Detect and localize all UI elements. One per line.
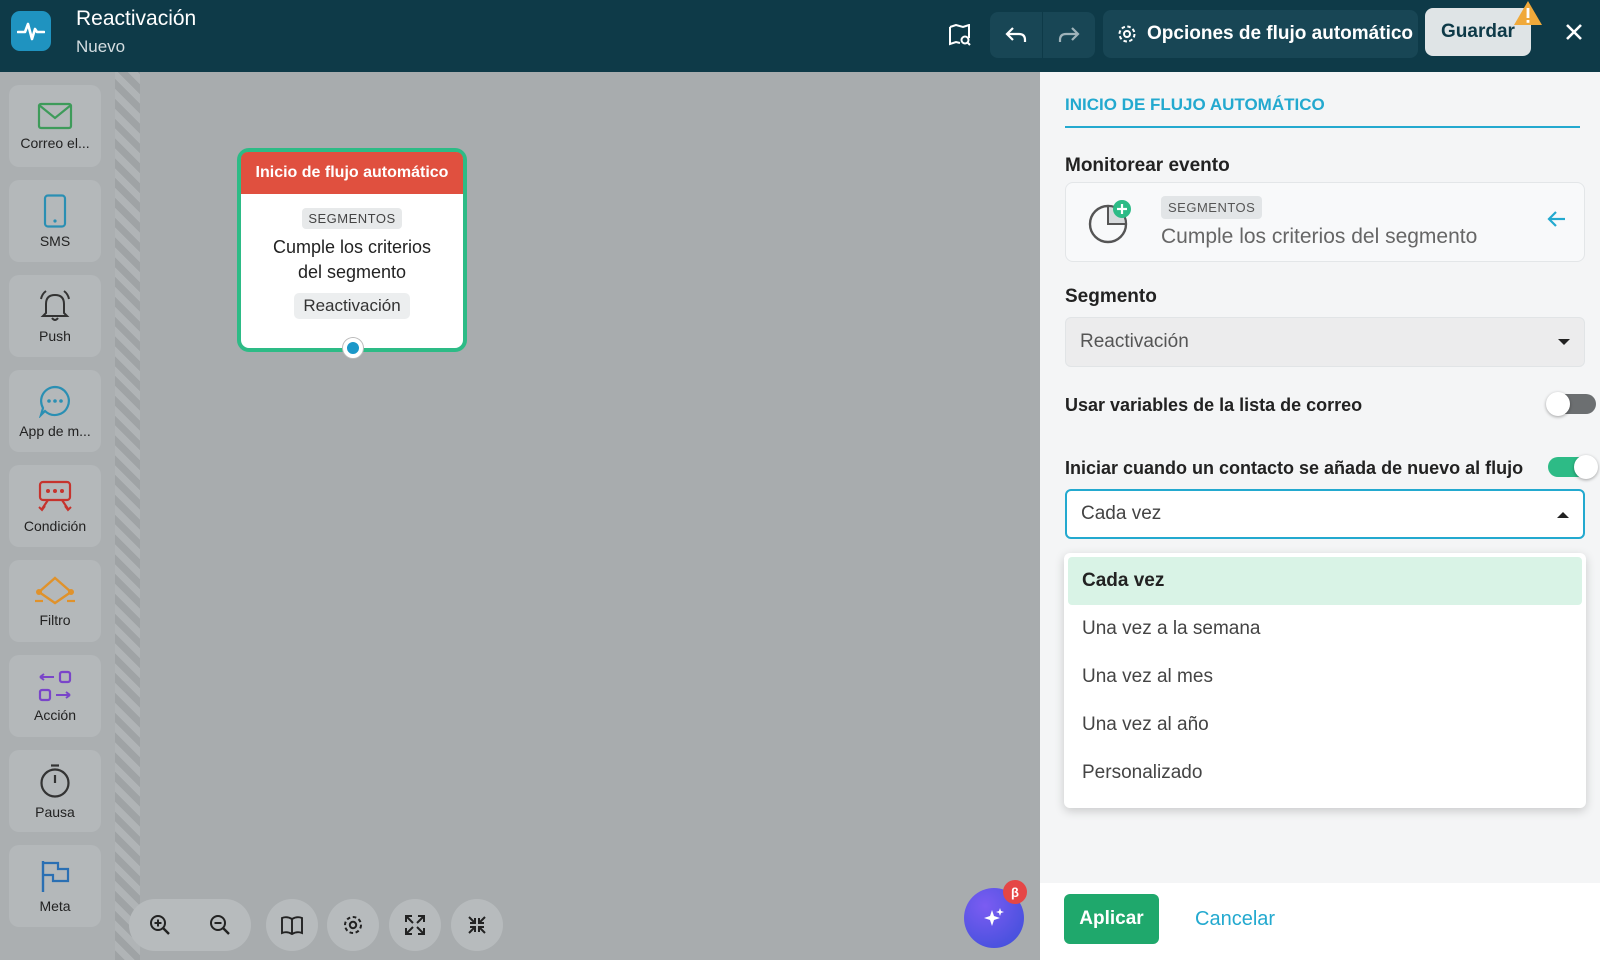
book-icon	[281, 916, 303, 935]
beta-badge: β	[1003, 880, 1027, 904]
tool-filter[interactable]: Filtro	[9, 560, 101, 642]
flow-options-button[interactable]: Opciones de flujo automático	[1103, 10, 1418, 58]
segment-pie-icon	[1088, 200, 1131, 244]
tool-label: Filtro	[39, 611, 71, 628]
frequency-option[interactable]: Una vez al año	[1068, 701, 1582, 749]
flow-title[interactable]: Reactivación	[76, 7, 196, 31]
tool-action[interactable]: Acción	[9, 655, 101, 737]
canvas-edge-stripes	[115, 72, 140, 960]
properties-panel: INICIO DE FLUJO AUTOMÁTICO Monitorear ev…	[1040, 72, 1600, 960]
toggle-knob	[1546, 392, 1570, 416]
warning-icon[interactable]	[1513, 0, 1543, 26]
flag-icon	[41, 860, 70, 892]
zoom-out-button[interactable]	[190, 914, 250, 936]
tool-label: Correo el...	[20, 134, 90, 151]
guide-button[interactable]	[266, 899, 318, 951]
event-card[interactable]: SEGMENTOS Cumple los criterios del segme…	[1065, 182, 1585, 262]
node-description-line: del segmento	[297, 262, 407, 282]
segment-select[interactable]: Reactivación	[1065, 317, 1585, 367]
frequency-select-value: Cada vez	[1081, 503, 1162, 524]
node-tag: SEGMENTOS	[302, 208, 402, 229]
node-description-line: Cumple los criterios	[272, 237, 432, 257]
restart-on-readd-label: Iniciar cuando un contacto se añada de n…	[1065, 458, 1524, 478]
tool-email[interactable]: Correo el...	[9, 85, 101, 167]
undo-button[interactable]	[990, 12, 1042, 58]
chat-icon	[38, 385, 70, 418]
monitor-event-label: Monitorear evento	[1065, 155, 1230, 176]
filter-icon	[35, 575, 75, 604]
restart-on-readd-toggle[interactable]	[1548, 455, 1598, 479]
toggle-knob	[1574, 455, 1598, 479]
tool-goal[interactable]: Meta	[9, 845, 101, 927]
event-description: Cumple los criterios del segmento	[1161, 225, 1478, 248]
map-search-icon[interactable]	[940, 12, 980, 58]
zoom-controls	[129, 899, 251, 951]
apply-button[interactable]: Aplicar	[1064, 894, 1159, 944]
zoom-in-icon	[150, 915, 170, 935]
bell-icon	[40, 289, 70, 321]
chevron-down-icon	[1558, 339, 1570, 345]
frequency-option[interactable]: Una vez al mes	[1068, 653, 1582, 701]
tool-pause[interactable]: Pausa	[9, 750, 101, 832]
tool-label: Push	[39, 327, 71, 344]
node-output-port[interactable]	[343, 338, 363, 358]
undo-icon	[1005, 27, 1027, 42]
frequency-option[interactable]: Cada vez	[1068, 557, 1582, 605]
tool-condition[interactable]: Condición	[9, 465, 101, 547]
condition-icon	[38, 480, 72, 512]
app-logo-icon[interactable]	[11, 11, 51, 51]
cancel-button[interactable]: Cancelar	[1195, 894, 1275, 944]
zoom-in-button[interactable]	[130, 914, 190, 936]
flow-start-node[interactable]: Inicio de flujo automático SEGMENTOS Cum…	[237, 148, 467, 358]
tool-in-app[interactable]: App de m...	[9, 370, 101, 452]
use-variables-label: Usar variables de la lista de correo	[1065, 395, 1363, 415]
redo-icon	[1058, 27, 1080, 42]
frequency-dropdown: Cada vez Una vez a la semana Una vez al …	[1064, 553, 1586, 808]
flow-options-label: Opciones de flujo automático	[1147, 23, 1414, 44]
top-bar: Reactivación Nuevo Opciones de flujo aut…	[0, 0, 1600, 72]
panel-title-divider	[1065, 126, 1580, 128]
gear-icon	[344, 916, 362, 934]
event-tag: SEGMENTOS	[1161, 196, 1263, 219]
frequency-option[interactable]: Una vez a la semana	[1068, 605, 1582, 653]
frequency-option[interactable]: Personalizado	[1068, 749, 1582, 797]
expand-icon	[405, 915, 425, 935]
chevron-up-icon	[1557, 512, 1569, 518]
segment-label: Segmento	[1065, 286, 1157, 307]
close-button[interactable]	[1556, 14, 1592, 50]
tool-label: SMS	[39, 232, 71, 249]
tool-push[interactable]: Push	[9, 275, 101, 357]
tool-sms[interactable]: SMS	[9, 180, 101, 262]
gear-icon	[1118, 25, 1136, 43]
node-segment-pill: Reactivación	[294, 293, 410, 319]
node-header: Inicio de flujo automático	[241, 152, 463, 194]
collapse-button[interactable]	[451, 899, 503, 951]
canvas-settings-button[interactable]	[327, 899, 379, 951]
flow-status: Nuevo	[76, 37, 126, 56]
tool-label: Acción	[33, 706, 77, 723]
frequency-select[interactable]: Cada vez	[1065, 489, 1585, 539]
arrow-left-icon[interactable]	[1546, 209, 1568, 229]
collapse-icon	[468, 916, 486, 934]
use-variables-toggle[interactable]	[1546, 392, 1596, 416]
phone-icon	[43, 193, 67, 228]
zoom-out-icon	[210, 915, 230, 935]
clock-icon	[40, 763, 70, 798]
panel-title: INICIO DE FLUJO AUTOMÁTICO	[1065, 95, 1325, 114]
action-icon	[38, 670, 72, 701]
node-description: Cumple los criterios del segmento	[241, 235, 463, 285]
close-icon	[1566, 24, 1582, 40]
expand-button[interactable]	[389, 899, 441, 951]
segment-select-value: Reactivación	[1080, 331, 1189, 352]
tool-label: Meta	[39, 897, 71, 914]
sparkle-icon	[984, 908, 1004, 926]
element-toolbar: Correo el... SMS Push App de m... Condic…	[0, 72, 115, 960]
redo-button[interactable]	[1043, 12, 1095, 58]
tool-label: App de m...	[19, 422, 91, 439]
tool-label: Pausa	[35, 803, 75, 820]
tool-label: Condición	[23, 517, 87, 534]
mail-icon	[37, 102, 73, 129]
